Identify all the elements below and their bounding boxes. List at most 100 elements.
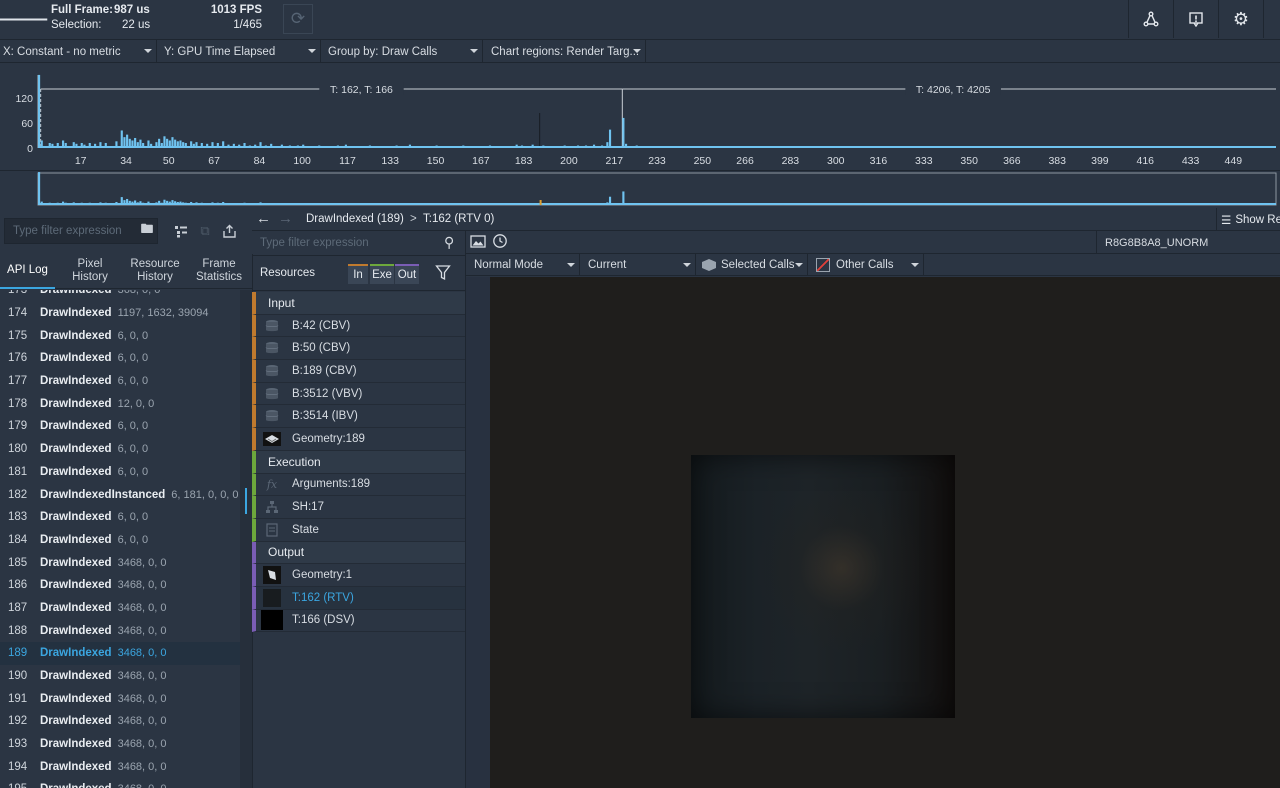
resource-item[interactable]: SH:17 <box>252 496 465 519</box>
x-axis-dropdown[interactable]: X: Constant - no metric <box>0 40 157 63</box>
api-log-row[interactable]: 174 DrawIndexed 1197, 1632, 39094 <box>0 302 240 325</box>
chart-svg[interactable]: 120 60 0 T: 162, T: 166 T: 4206, T: 4205 17 34… <box>0 63 1280 170</box>
api-log-row[interactable]: 177 DrawIndexed 6, 0, 0 <box>0 370 240 393</box>
breadcrumb-call[interactable]: DrawIndexed (189) <box>306 213 404 225</box>
selected-calls-dropdown[interactable]: Selected Calls <box>698 254 808 276</box>
api-log-row[interactable]: 183 DrawIndexed 6, 0, 0 <box>0 506 240 529</box>
api-log-row[interactable]: 173 DrawIndexed 368, 0, 0 <box>0 290 240 302</box>
other-calls-dropdown[interactable]: Other Calls <box>812 254 924 276</box>
api-log-row[interactable]: 184 DrawIndexed 6, 0, 0 <box>0 529 240 552</box>
search-icon[interactable]: ⚲ <box>444 234 454 251</box>
api-log-row[interactable]: 179 DrawIndexed 6, 0, 0 <box>0 415 240 438</box>
chart-bar <box>600 145 604 148</box>
execution-toggle[interactable]: Exe <box>370 264 394 284</box>
tree-view-icon[interactable] <box>170 221 192 241</box>
chart-regions-dropdown[interactable]: Chart regions: Render Targ... <box>488 40 646 63</box>
api-log-row[interactable]: 194 DrawIndexed 3468, 0, 0 <box>0 755 240 778</box>
tab-resource-history[interactable]: Resource History <box>124 253 186 289</box>
api-log-row[interactable]: 186 DrawIndexed 3468, 0, 0 <box>0 574 240 597</box>
resource-item[interactable]: B:3514 (IBV) <box>252 405 465 429</box>
mode-dropdown[interactable]: Normal Mode <box>466 254 580 276</box>
overview-bar <box>99 202 102 205</box>
overview-bar <box>969 204 972 205</box>
api-log-row[interactable]: 193 DrawIndexed 3468, 0, 0 <box>0 733 240 756</box>
settings-gear-icon[interactable]: ⚙ <box>1218 0 1263 38</box>
resource-item-label: B:50 (CBV) <box>292 342 351 355</box>
overview-bar <box>296 203 299 205</box>
export-icon[interactable] <box>218 221 240 241</box>
resource-item[interactable]: T:166 (DSV) <box>252 609 465 633</box>
resource-item[interactable]: State <box>252 518 465 542</box>
copy-icon[interactable]: ⧉ <box>194 221 216 241</box>
gpu-time-chart[interactable]: 120 60 0 T: 162, T: 166 T: 4206, T: 4205 17 34… <box>0 63 1280 170</box>
row-call-args: 3468, 0, 0 <box>117 670 167 683</box>
chart-bar <box>259 142 262 148</box>
api-log-row[interactable]: 192 DrawIndexed 3468, 0, 0 <box>0 710 240 733</box>
api-log-row[interactable]: 176 DrawIndexed 6, 0, 0 <box>0 347 240 370</box>
resource-item[interactable]: fx Arguments:189 <box>252 473 465 497</box>
api-log-row[interactable]: 178 DrawIndexed 12, 0, 0 <box>0 392 240 415</box>
output-toggle[interactable]: Out <box>395 264 419 284</box>
chart-bar <box>254 144 257 148</box>
api-log-row[interactable]: 181 DrawIndexed 6, 0, 0 <box>0 461 240 484</box>
row-number: 185 <box>8 556 28 569</box>
folder-icon[interactable]: 🖿 <box>136 221 158 241</box>
api-log-row[interactable]: 190 DrawIndexed 3468, 0, 0 <box>0 665 240 688</box>
api-filter-input[interactable]: Type filter expression <box>4 218 158 244</box>
resource-item[interactable]: B:3512 (VBV) <box>252 382 465 406</box>
api-log-row[interactable]: 175 DrawIndexed 6, 0, 0 <box>0 324 240 347</box>
api-log-row[interactable]: 195DrawIndexed3468, 0, 0 <box>0 778 240 788</box>
nav-back-icon[interactable]: ← <box>256 210 271 227</box>
tab-pixel-history[interactable]: Pixel History <box>62 253 118 289</box>
breadcrumb-target[interactable]: T:162 (RTV 0) <box>423 213 494 225</box>
resource-item[interactable]: T:162 (RTV) <box>252 586 465 610</box>
resource-item[interactable]: B:50 (CBV) <box>252 337 465 361</box>
api-log-row[interactable]: 180 DrawIndexed 6, 0, 0 <box>0 438 240 461</box>
render-target-image[interactable] <box>691 455 955 718</box>
chart-bar <box>184 142 187 148</box>
nav-forward-icon[interactable]: → <box>278 210 293 227</box>
tab-api-log[interactable]: API Log <box>0 253 55 289</box>
row-number: 182 <box>8 488 28 501</box>
image-icon[interactable] <box>470 234 486 252</box>
resource-item[interactable]: B:42 (CBV) <box>252 314 465 338</box>
feedback-icon[interactable] <box>1173 0 1218 38</box>
group-by-dropdown[interactable]: Group by: Draw Calls <box>325 40 483 63</box>
show-button[interactable]: ☰ Show Re <box>1216 208 1280 231</box>
chart-bar <box>171 137 174 148</box>
api-log-row[interactable]: 182 DrawIndexedInstanced 6, 181, 0, 0, 0 <box>0 483 240 506</box>
history-clock-icon[interactable] <box>492 233 508 252</box>
resource-filter-input[interactable]: Type filter expression ⚲ <box>252 231 465 254</box>
resource-section-header[interactable]: Output <box>252 541 465 565</box>
y-axis-dropdown[interactable]: Y: GPU Time Elapsed <box>161 40 321 63</box>
api-log-row[interactable]: 185 DrawIndexed 3468, 0, 0 <box>0 551 240 574</box>
chart-bar <box>1049 146 1052 148</box>
overview-selected-marker <box>539 200 542 205</box>
back-arrow-icon[interactable]: 🡐 <box>0 0 50 38</box>
chevron-down-icon <box>633 49 641 53</box>
tab-frame-statistics[interactable]: Frame Statistics <box>192 253 246 289</box>
resource-item[interactable]: Geometry:189 <box>252 428 465 451</box>
api-log-scrollbar[interactable] <box>240 290 252 788</box>
graph-icon[interactable] <box>1128 0 1173 38</box>
chart-overview[interactable] <box>0 170 1280 208</box>
chart-bar <box>1182 146 1185 148</box>
api-log-row[interactable]: 191 DrawIndexed 3468, 0, 0 <box>0 687 240 710</box>
overview-bar <box>254 203 257 205</box>
resource-section-header[interactable]: Execution <box>252 450 465 474</box>
overview-bar <box>134 200 137 205</box>
current-dropdown[interactable]: Current <box>582 254 696 276</box>
overview-svg[interactable] <box>0 171 1280 209</box>
chart-bar <box>408 144 412 148</box>
refresh-icon[interactable]: ⟳ <box>283 4 313 34</box>
resource-item[interactable]: B:189 (CBV) <box>252 360 465 383</box>
filter-funnel-icon[interactable] <box>435 264 451 285</box>
input-toggle[interactable]: In <box>348 264 368 284</box>
api-log-row[interactable]: 189 DrawIndexed 3468, 0, 0 <box>0 642 240 665</box>
api-log-row[interactable]: 187 DrawIndexed 3468, 0, 0 <box>0 597 240 620</box>
chart-bar <box>134 137 137 148</box>
resource-item[interactable]: Geometry:1 <box>252 564 465 587</box>
chart-bar <box>211 142 214 148</box>
resource-section-header[interactable]: Input <box>252 292 465 315</box>
api-log-row[interactable]: 188 DrawIndexed 3468, 0, 0 <box>0 619 240 642</box>
